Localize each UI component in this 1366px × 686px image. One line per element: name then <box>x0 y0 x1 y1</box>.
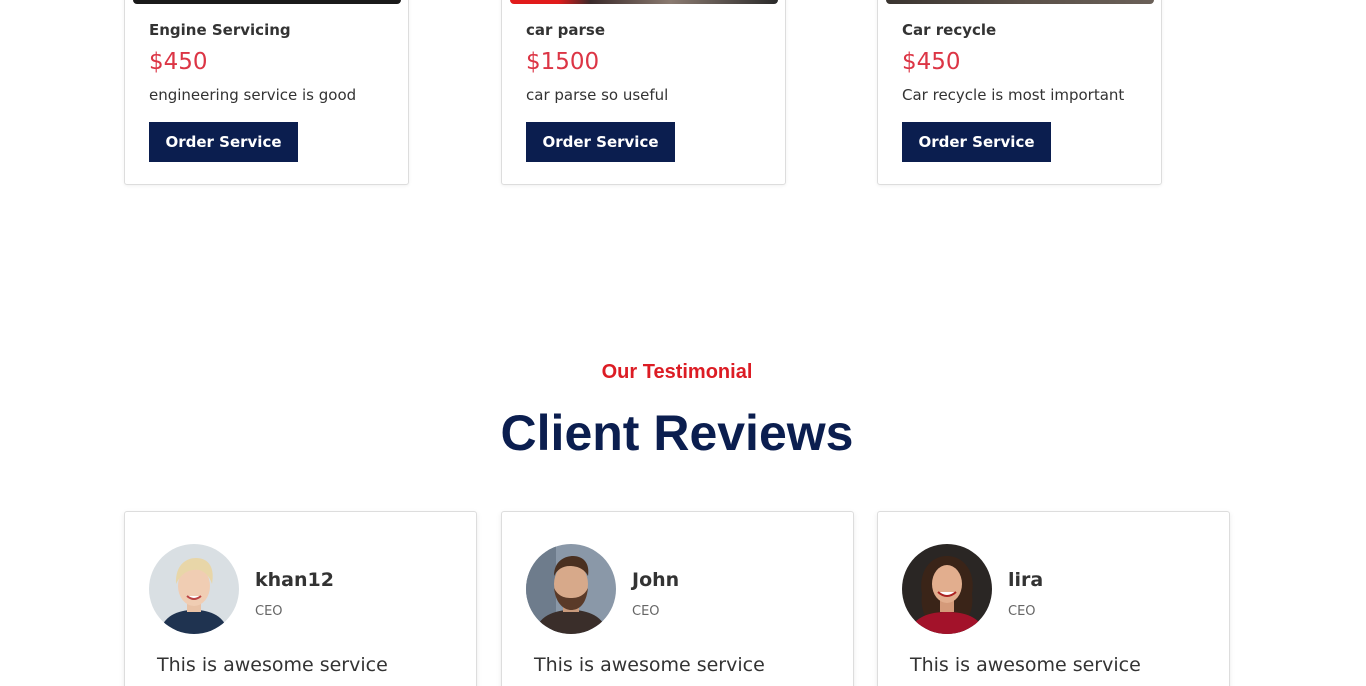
service-image <box>133 0 401 4</box>
service-card-car-recycle: Car recycle $450 Car recycle is most imp… <box>877 0 1162 185</box>
testimonial-eyebrow: Our Testimonial <box>601 361 753 383</box>
order-service-button[interactable]: Order Service <box>902 122 1051 162</box>
review-text: This is awesome service <box>910 654 1141 676</box>
avatar-woman-red-top-icon <box>902 544 992 634</box>
review-card-khan12: khan12 CEO This is awesome service <box>124 511 477 686</box>
review-card-lira: lira CEO This is awesome service <box>877 511 1230 686</box>
service-description: Car recycle is most important <box>902 86 1125 104</box>
reviewer-name: khan12 <box>255 569 334 591</box>
service-image <box>510 0 778 4</box>
reviewer-name: John <box>632 569 680 591</box>
reviewer-name: lira <box>1008 569 1044 591</box>
service-image <box>886 0 1154 4</box>
reviewer-role: CEO <box>1008 604 1036 619</box>
service-card-engine-servicing: Engine Servicing $450 engineering servic… <box>124 0 409 185</box>
section-title: Client Reviews <box>500 405 854 461</box>
service-title: car parse <box>526 21 605 39</box>
page: Engine Servicing $450 engineering servic… <box>0 0 1366 686</box>
reviewer-role: CEO <box>632 604 660 619</box>
avatar-man-beard-icon <box>526 544 616 634</box>
service-price: $450 <box>149 49 208 75</box>
reviewer-role: CEO <box>255 604 283 619</box>
service-title: Car recycle <box>902 21 997 39</box>
service-description: car parse so useful <box>526 86 669 104</box>
avatar-woman-short-hair-icon <box>149 544 239 634</box>
order-service-button[interactable]: Order Service <box>526 122 675 162</box>
service-description: engineering service is good <box>149 86 357 104</box>
review-text: This is awesome service <box>534 654 765 676</box>
review-text: This is awesome service <box>157 654 388 676</box>
service-price: $450 <box>902 49 961 75</box>
review-card-john: John CEO This is awesome service <box>501 511 854 686</box>
service-card-car-parse: car parse $1500 car parse so useful Orde… <box>501 0 786 185</box>
service-title: Engine Servicing <box>149 21 291 39</box>
order-service-button[interactable]: Order Service <box>149 122 298 162</box>
service-price: $1500 <box>526 49 600 75</box>
